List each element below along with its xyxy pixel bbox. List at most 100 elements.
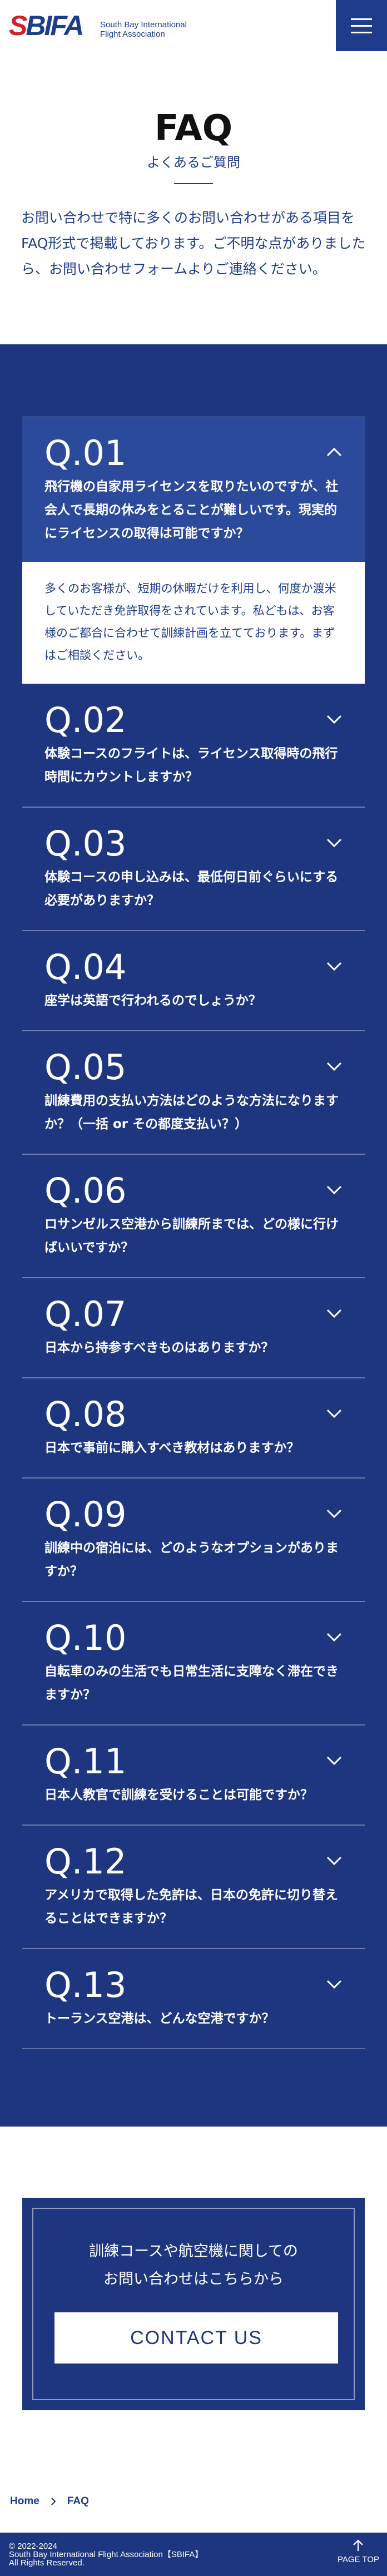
faq-entry: Q.09 訓練中の宿泊には、どのようなオプションがありますか？ [22,1478,365,1601]
title-divider [174,183,213,184]
faq-question-4[interactable]: Q.04 座学は英語で行われるのでしょうか？ [22,931,365,1031]
faq-question-2[interactable]: Q.02 体験コースのフライトは、ライセンス取得時の飛行時間にカウントしますか？ [22,684,365,807]
chevron-down-icon[interactable] [326,1407,343,1420]
chevron-down-icon[interactable] [326,1307,343,1319]
logo-mark: SBIFA [9,10,84,41]
faq-question-text: ロサンゼルス空港から訓練所までは、どの様に行けばいいですか？ [44,1217,339,1255]
breadcrumb-current: FAQ [67,2495,89,2507]
faq-question-text: アメリカで取得した免許は、日本の免許に切り替えることはできますか？ [44,1888,338,1926]
logo-mark-s: S [9,10,27,41]
chevron-down-icon[interactable] [326,1855,343,1867]
faq-question-text: 体験コースのフライトは、ライセンス取得時の飛行時間にカウントしますか？ [44,746,338,784]
logo-line-2: Flight Association [100,29,165,39]
faq-question-number: Q.07 [44,1294,127,1334]
page-heading: FAQ よくあるご質問 [0,51,387,184]
faq-entry: Q.03 体験コースの申し込みは、最低何日前ぐらいにする必要がありますか？ [22,807,365,931]
faq-question-3[interactable]: Q.03 体験コースの申し込みは、最低何日前ぐらいにする必要がありますか？ [22,807,365,931]
copyright-line-2: South Bay International Flight Associati… [9,2550,204,2559]
faq-question-number: Q.04 [44,947,127,987]
contact-inner: 訓練コースや航空機に関しての お問い合わせはこちらから CONTACT US [32,2208,355,2400]
faq-entry: Q.07 日本から持参すべきものはありますか？ [22,1278,365,1378]
faq-question-13[interactable]: Q.13 トーランス空港は、どんな空港ですか？ [22,1949,365,2049]
chevron-up-icon[interactable] [326,446,343,458]
faq-question-number: Q.10 [44,1618,127,1658]
copyright-line-1: © 2022-2024 [9,2542,57,2551]
faq-entry: Q.04 座学は英語で行われるのでしょうか？ [22,931,365,1031]
contact-lead-line-2: お問い合わせはこちらから [103,2271,284,2288]
breadcrumb-home-link[interactable]: Home [10,2495,39,2508]
chevron-down-icon[interactable] [326,837,343,849]
chevron-down-icon[interactable] [326,1978,343,1990]
chevron-down-icon[interactable] [326,1631,343,1643]
faq-question-text: 自転車のみの生活でも日常生活に支障なく滞在できますか？ [44,1664,339,1702]
faq-entry: Q.05 訓練費用の支払い方法はどのような方法になりますか？（一括 or その都度… [22,1031,365,1154]
faq-question-text: 体験コースの申し込みは、最低何日前ぐらいにする必要がありますか？ [44,870,339,908]
logo-text: South Bay International Flight Associati… [100,20,187,39]
chevron-down-icon[interactable] [326,960,343,972]
hamburger-icon-bar [351,31,372,33]
faq-question-9[interactable]: Q.09 訓練中の宿泊には、どのようなオプションがありますか？ [22,1478,365,1601]
chevron-right-icon [51,2498,56,2505]
contact-box: 訓練コースや航空機に関しての お問い合わせはこちらから CONTACT US [22,2198,365,2410]
faq-question-number: Q.01 [44,433,127,473]
menu-button[interactable] [336,0,387,51]
hamburger-icon-bar [351,18,372,20]
faq-question-number: Q.06 [44,1170,127,1211]
contact-lead: 訓練コースや航空機に関しての お問い合わせはこちらから [54,2238,333,2293]
faq-question-5[interactable]: Q.05 訓練費用の支払い方法はどのような方法になりますか？（一括 or その都度… [22,1031,365,1154]
faq-entry: Q.11 日本人教官で訓練を受けることは可能ですか？ [22,1725,365,1825]
faq-entry: Q.02 体験コースのフライトは、ライセンス取得時の飛行時間にカウントしますか？ [22,684,365,807]
copyright: © 2022-2024 South Bay International Flig… [9,2542,203,2567]
faq-question-text: 訓練費用の支払い方法はどのような方法になりますか？（一括 or その都度支払い？… [44,1094,339,1131]
faq-question-1[interactable]: Q.01 飛行機の自家用ライセンスを取りたいのですが、社会人で長期の休みをとること… [22,417,365,562]
site-footer: © 2022-2024 South Bay International Flig… [0,2533,387,2576]
faq-question-text: 飛行機の自家用ライセンスを取りたいのですが、社会人で長期の休みをとることが難しい… [44,479,339,541]
faq-entry: Q.10 自転車のみの生活でも日常生活に支障なく滞在できますか？ [22,1601,365,1725]
chevron-down-icon[interactable] [326,1060,343,1072]
intro-text: お問い合わせで特に多くのお問い合わせがある項目をFAQ形式で掲載しております。ご… [21,210,366,277]
chevron-down-icon[interactable] [326,1754,343,1767]
faq-question-number: Q.05 [44,1047,127,1087]
faq-question-number: Q.12 [44,1841,127,1882]
faq-answer-1: 多くのお客様が、短期の休暇だけを利用し、何度か渡米していただき免許取得をされてい… [22,562,365,684]
faq-section: Q.01 飛行機の自家用ライセンスを取りたいのですが、社会人で長期の休みをとること… [0,344,387,2127]
faq-question-text: 訓練中の宿泊には、どのようなオプションがありますか？ [44,1541,339,1579]
logo-mark-rest: BIFA [26,10,84,41]
faq-question-number: Q.11 [44,1741,127,1782]
contact-us-button[interactable]: CONTACT US [54,2312,338,2364]
chevron-down-icon[interactable] [326,713,343,725]
faq-question-8[interactable]: Q.08 日本で事前に購入すべき教材はありますか？ [22,1378,365,1478]
faq-question-number: Q.03 [44,823,127,864]
chevron-down-icon[interactable] [326,1507,343,1520]
contact-section: 訓練コースや航空機に関しての お問い合わせはこちらから CONTACT US [0,2127,387,2481]
faq-entry: Q.01 飛行機の自家用ライセンスを取りたいのですが、社会人で長期の休みをとること… [22,417,365,684]
faq-question-text: 座学は英語で行われるのでしょうか？ [44,993,261,1008]
faq-question-text: トーランス空港は、どんな空港ですか？ [44,2011,275,2026]
faq-question-number: Q.09 [44,1494,127,1535]
faq-entry: Q.08 日本で事前に購入すべき教材はありますか？ [22,1378,365,1478]
faq-question-number: Q.08 [44,1394,127,1435]
faq-question-11[interactable]: Q.11 日本人教官で訓練を受けることは可能ですか？ [22,1725,365,1825]
logo-line-1: South Bay International [100,20,187,29]
faq-entry: Q.13 トーランス空港は、どんな空港ですか？ [22,1949,365,2049]
faq-list: Q.01 飛行機の自家用ライセンスを取りたいのですが、社会人で長期の休みをとること… [22,417,365,2049]
faq-entry: Q.06 ロサンゼルス空港から訓練所までは、どの様に行けばいいですか？ [22,1154,365,1278]
page-subtitle: よくあるご質問 [147,155,240,170]
faq-question-6[interactable]: Q.06 ロサンゼルス空港から訓練所までは、どの様に行けばいいですか？ [22,1154,365,1278]
chevron-down-icon[interactable] [326,1184,343,1196]
hamburger-icon-bar [351,24,372,27]
faq-question-10[interactable]: Q.10 自転車のみの生活でも日常生活に支障なく滞在できますか？ [22,1601,365,1725]
page-top-button[interactable]: PAGE TOP [338,2539,379,2564]
contact-lead-line-1: 訓練コースや航空機に関しての [89,2243,298,2260]
site-logo[interactable]: SBIFA South Bay International Flight Ass… [9,10,231,41]
copyright-line-3: All Rights Reserved. [9,2558,85,2568]
site-header: SBIFA South Bay International Flight Ass… [0,0,387,51]
breadcrumb: Home FAQ [0,2485,387,2518]
faq-question-12[interactable]: Q.12 アメリカで取得した免許は、日本の免許に切り替えることはできますか？ [22,1825,365,1949]
page-title: FAQ [154,108,233,149]
page-top-label: PAGE TOP [337,2555,379,2564]
faq-question-text: 日本から持参すべきものはありますか？ [44,1341,274,1355]
faq-question-number: Q.02 [44,700,127,740]
faq-question-7[interactable]: Q.07 日本から持参すべきものはありますか？ [22,1278,365,1378]
faq-question-text: 日本で事前に購入すべき教材はありますか？ [44,1441,300,1455]
